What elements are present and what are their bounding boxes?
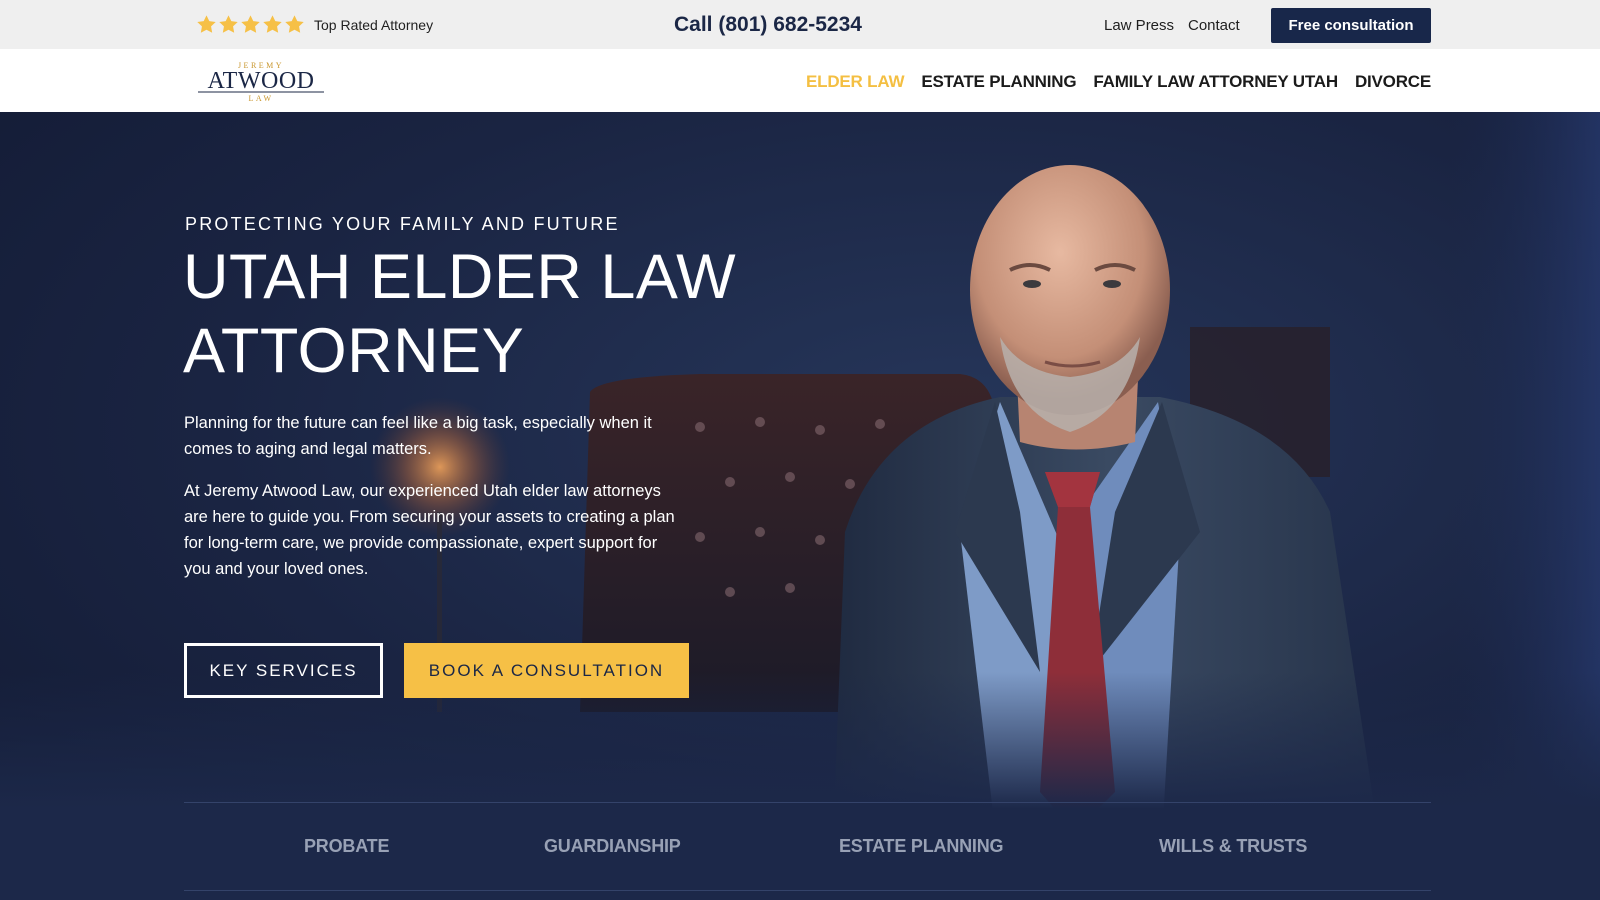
star-icon	[285, 15, 304, 33]
phone-link[interactable]: Call (801) 682-5234	[674, 13, 862, 37]
atwood-law-logo[interactable]: JEREMY ATWOOD LAW	[196, 59, 326, 103]
hero-section: PROTECTING YOUR FAMILY AND FUTURE UTAH E…	[0, 112, 1600, 900]
star-icon	[263, 15, 282, 33]
hero-paragraph-2: At Jeremy Atwood Law, our experienced Ut…	[184, 482, 675, 578]
logo-main-text: ATWOOD	[208, 68, 315, 94]
star-icon	[219, 15, 238, 33]
nav-item-divorce[interactable]: DIVORCE	[1355, 72, 1431, 92]
star-icon	[197, 15, 216, 33]
rating-stars	[196, 14, 305, 35]
service-tab-wills-trusts[interactable]: WILLS & TRUSTS	[1159, 836, 1307, 857]
book-consultation-button[interactable]: BOOK A CONSULTATION	[404, 643, 689, 698]
service-tab-guardianship[interactable]: GUARDIANSHIP	[544, 836, 681, 857]
contact-link[interactable]: Contact	[1188, 17, 1240, 34]
star-icon	[241, 15, 260, 33]
services-divider-top	[184, 802, 1431, 803]
main-nav: JEREMY ATWOOD LAW ELDER LAW ESTATE PLANN…	[0, 49, 1600, 112]
service-tabs: PROBATE GUARDIANSHIP ESTATE PLANNING WIL…	[184, 822, 1431, 872]
hero-paragraph-1: Planning for the future can feel like a …	[184, 414, 652, 458]
nav-item-elder-law[interactable]: ELDER LAW	[806, 72, 905, 92]
logo-sub-text: LAW	[248, 94, 273, 103]
nav-links: ELDER LAW ESTATE PLANNING FAMILY LAW ATT…	[806, 72, 1431, 92]
service-tab-probate[interactable]: PROBATE	[304, 836, 389, 857]
key-services-button[interactable]: KEY SERVICES	[184, 643, 383, 698]
top-rated-label: Top Rated Attorney	[314, 17, 434, 33]
nav-item-estate-planning[interactable]: ESTATE PLANNING	[921, 72, 1076, 92]
nav-item-family-law[interactable]: FAMILY LAW ATTORNEY UTAH	[1093, 72, 1338, 92]
free-consultation-button[interactable]: Free consultation	[1271, 8, 1431, 43]
services-divider-bottom	[184, 890, 1431, 891]
top-bar: Top Rated Attorney Call (801) 682-5234 L…	[0, 0, 1600, 49]
hero-title: UTAH ELDER LAW ATTORNEY	[183, 242, 737, 386]
service-tab-estate-planning[interactable]: ESTATE PLANNING	[839, 836, 1004, 857]
hero-eyebrow: PROTECTING YOUR FAMILY AND FUTURE	[185, 214, 620, 234]
law-press-link[interactable]: Law Press	[1104, 17, 1174, 34]
